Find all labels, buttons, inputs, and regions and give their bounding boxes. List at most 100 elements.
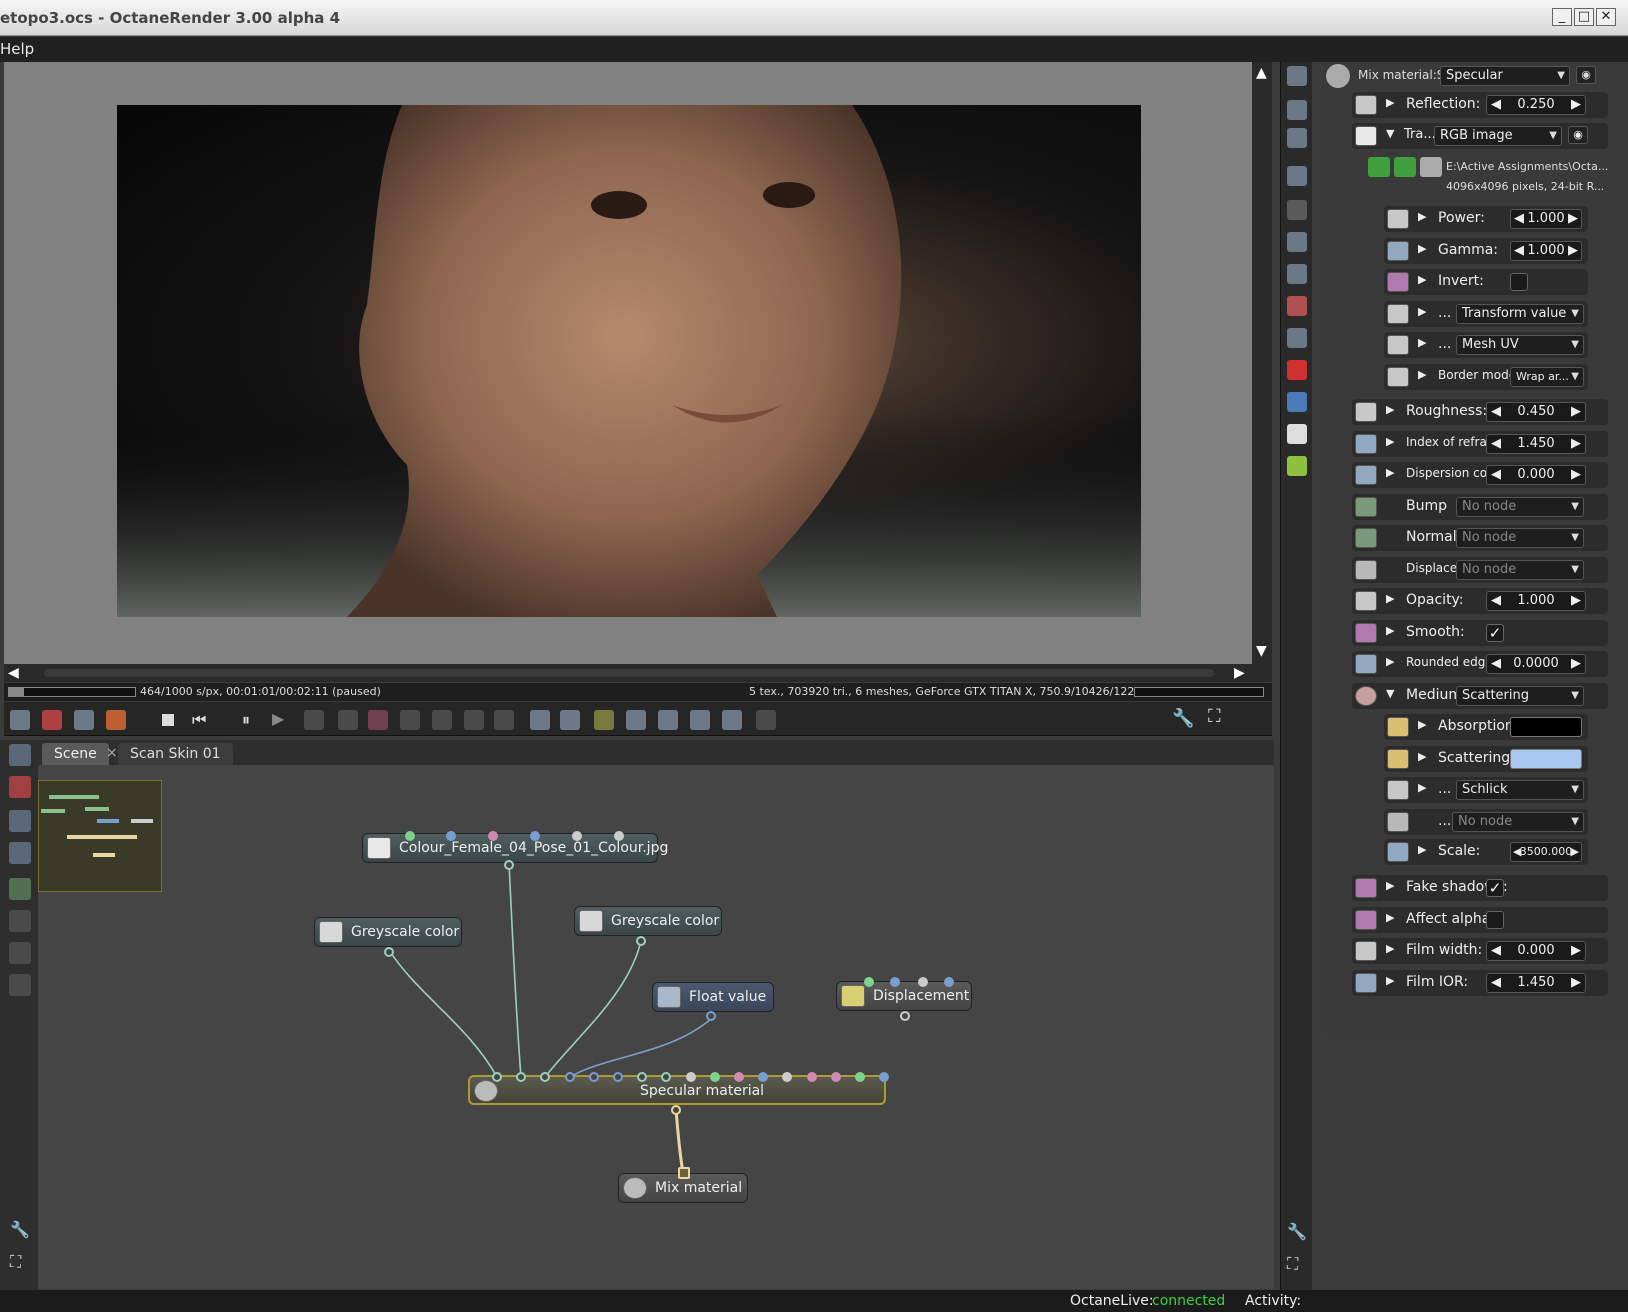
phase-pin-icon[interactable] <box>1387 780 1409 800</box>
increment-icon[interactable]: ▶ <box>1571 592 1581 610</box>
expand-icon[interactable]: ▶ <box>1386 96 1394 109</box>
graph-minimap[interactable] <box>38 780 162 892</box>
rounded-value[interactable]: ◀ 0.0000 ▶ <box>1486 654 1586 674</box>
gamma-value[interactable]: ◀ 1.000 ▶ <box>1510 241 1582 261</box>
decrement-icon[interactable]: ◀ <box>1491 942 1501 960</box>
expand-icon[interactable]: ▶ <box>1418 750 1426 763</box>
input-pin[interactable] <box>572 831 582 841</box>
increment-icon[interactable]: ▶ <box>1571 435 1581 453</box>
output-pin[interactable] <box>671 1105 681 1115</box>
input-pin[interactable] <box>806 1072 817 1082</box>
increment-icon[interactable]: ▶ <box>1571 974 1581 992</box>
fullscreen-icon[interactable]: ⛶ <box>1208 706 1221 727</box>
light-icon[interactable] <box>1287 456 1307 476</box>
material-icon[interactable] <box>1287 296 1307 316</box>
expand-icon[interactable]: ▶ <box>1386 879 1394 892</box>
environment-icon[interactable] <box>1287 424 1307 444</box>
expand-icon[interactable]: ▶ <box>1418 718 1426 731</box>
camera-icon[interactable] <box>1287 66 1307 86</box>
object-picker-icon[interactable] <box>432 710 452 730</box>
zoom-icon[interactable] <box>530 710 550 730</box>
arrange-nodes-icon[interactable] <box>9 810 31 832</box>
recenter-graph-icon[interactable] <box>9 776 31 798</box>
expand-icon[interactable]: ▶ <box>1386 974 1394 987</box>
decrement-icon[interactable]: ◀ <box>1491 466 1501 484</box>
export-icon[interactable] <box>658 710 678 730</box>
load-file-icon[interactable] <box>1368 157 1390 177</box>
input-pin[interactable] <box>564 1072 575 1082</box>
texture-pin-icon[interactable] <box>1355 941 1377 961</box>
decrement-icon[interactable]: ◀ <box>1491 96 1501 114</box>
transmission-type-dropdown[interactable]: RGB image ▼ <box>1434 126 1562 146</box>
image-texture-icon[interactable] <box>1355 126 1377 146</box>
increment-icon[interactable]: ▶ <box>1571 403 1581 421</box>
expand-icon[interactable]: ▶ <box>1386 911 1394 924</box>
empty-pin-icon[interactable] <box>1387 812 1409 832</box>
play-icon[interactable]: ▶ <box>272 709 284 728</box>
pause-icon[interactable]: ⏸ <box>242 710 250 730</box>
stop-icon[interactable] <box>162 714 174 726</box>
decrement-icon[interactable]: ◀ <box>1491 974 1501 992</box>
transform-dropdown[interactable]: Transform value ▼ <box>1456 304 1584 324</box>
wrench-icon[interactable]: 🔧 <box>1172 708 1194 729</box>
image-icon[interactable] <box>1287 166 1307 186</box>
medium-dropdown[interactable]: Scattering ▼ <box>1456 686 1584 706</box>
input-pin[interactable] <box>734 1072 744 1082</box>
color-pin-icon[interactable] <box>1387 749 1409 769</box>
expand-icon[interactable]: ▶ <box>1418 368 1426 381</box>
maximize-button[interactable]: □ <box>1574 8 1594 26</box>
reflection-value[interactable]: ◀ 0.250 ▶ <box>1486 95 1586 115</box>
increment-icon[interactable]: ▶ <box>1568 242 1578 260</box>
color-pin-icon[interactable] <box>1387 717 1409 737</box>
material-picker-icon[interactable] <box>400 710 420 730</box>
fake-shadows-checkbox[interactable]: ✓ <box>1486 879 1504 897</box>
viewport-horizontal-scrollbar[interactable]: ◀ ▶ <box>4 664 1272 682</box>
expand-icon[interactable]: ▶ <box>1418 305 1426 318</box>
input-pin[interactable] <box>864 977 874 987</box>
object-icon[interactable] <box>1287 360 1307 380</box>
input-pin[interactable] <box>488 831 498 841</box>
region-icon[interactable] <box>494 710 514 730</box>
film-icon[interactable] <box>1420 157 1442 177</box>
empty-pin-icon[interactable] <box>1355 497 1377 517</box>
camera-picker-icon[interactable] <box>464 710 484 730</box>
eye-icon[interactable]: ◉ <box>1568 126 1588 144</box>
output-pin[interactable] <box>384 947 394 957</box>
film-ior-value[interactable]: ◀ 1.450 ▶ <box>1486 973 1586 993</box>
affect-alpha-checkbox[interactable] <box>1486 911 1504 929</box>
output-pin[interactable] <box>636 936 646 946</box>
texture-pin-icon[interactable] <box>1355 95 1377 115</box>
increment-icon[interactable]: ▶ <box>1568 210 1578 228</box>
enum-pin-icon[interactable] <box>1387 367 1409 387</box>
collapse-icon[interactable]: ▼ <box>1386 127 1394 140</box>
input-pin[interactable] <box>890 977 900 987</box>
screenshot-icon[interactable] <box>10 710 30 730</box>
node-greyscale-color-2[interactable]: Greyscale color <box>574 906 722 936</box>
object-node-icon[interactable] <box>9 910 31 932</box>
expand-icon[interactable]: ▶ <box>1418 242 1426 255</box>
expand-icon[interactable]: ▶ <box>1418 336 1426 349</box>
input-pin[interactable] <box>405 831 415 841</box>
geometry-icon[interactable] <box>1287 392 1307 412</box>
texture-node-icon[interactable] <box>9 974 31 996</box>
decrement-icon[interactable]: ◀ <box>1513 843 1521 861</box>
decrement-icon[interactable]: ◀ <box>1491 435 1501 453</box>
geometry-node-icon[interactable] <box>9 942 31 964</box>
float-pin-icon[interactable] <box>1355 973 1377 993</box>
expand-icon[interactable]: ▶ <box>1386 624 1394 637</box>
display-icon[interactable] <box>304 710 324 730</box>
bool-pin-icon[interactable] <box>1355 910 1377 930</box>
emission-dropdown[interactable]: No node ▼ <box>1452 812 1584 832</box>
monitor-icon[interactable] <box>1287 232 1307 252</box>
increment-icon[interactable]: ▶ <box>1571 96 1581 114</box>
af-icon[interactable] <box>338 710 358 730</box>
input-pin[interactable] <box>613 1072 623 1082</box>
expand-icon[interactable]: ▶ <box>1386 592 1394 605</box>
node-float-value[interactable]: Float value <box>652 982 774 1012</box>
smooth-checkbox[interactable]: ✓ <box>1486 624 1504 642</box>
power-value[interactable]: ◀ 1.000 ▶ <box>1510 209 1582 229</box>
output-pin[interactable] <box>504 860 514 870</box>
displace-dropdown[interactable]: No node ▼ <box>1456 560 1584 580</box>
reload-icon[interactable] <box>1394 157 1416 177</box>
input-pin[interactable] <box>530 831 540 841</box>
